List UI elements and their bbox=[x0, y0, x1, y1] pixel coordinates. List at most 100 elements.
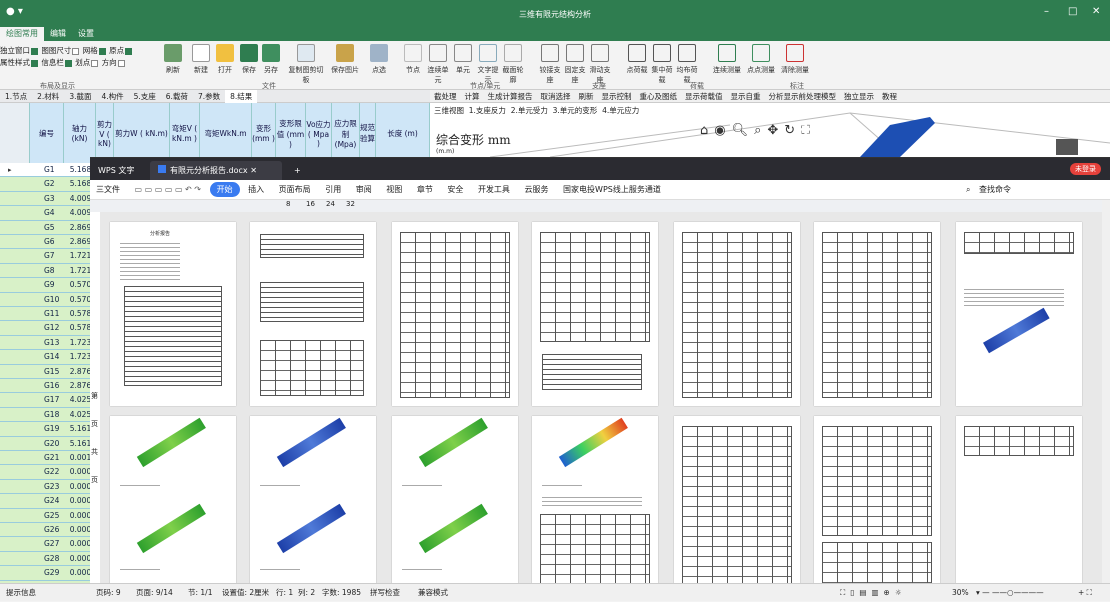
ribbon-tool-button[interactable]: 滑动支座 bbox=[587, 44, 613, 85]
tab-result[interactable]: 8.结果 bbox=[225, 90, 258, 103]
table-row[interactable]: G14 1.723 bbox=[0, 350, 96, 365]
status-page[interactable]: 页码: 9 bbox=[96, 584, 121, 602]
table-row[interactable]: G18 4.025 bbox=[0, 408, 96, 423]
save-image-button[interactable]: 保存图片 bbox=[330, 44, 360, 75]
tab-load[interactable]: 6.载荷 bbox=[161, 90, 193, 103]
table-row[interactable]: G28 0.000 bbox=[0, 552, 96, 567]
table-row[interactable]: G10 0.570 bbox=[0, 293, 96, 307]
wps-file-menu[interactable]: 三文件 bbox=[90, 180, 126, 200]
table-row[interactable]: G16 2.876 bbox=[0, 379, 96, 394]
wps-ref-tab[interactable]: 引用 bbox=[319, 180, 347, 200]
table-row[interactable]: G1 5.168 bbox=[0, 163, 96, 178]
col-header-deform-limit[interactable]: 变形限值 (mm ) bbox=[276, 103, 306, 163]
col-header-stress-limit[interactable]: 应力限制 (Mpa) bbox=[332, 103, 360, 163]
ribbon-tool-button[interactable]: 清除测量 bbox=[779, 44, 811, 75]
tool-centroid[interactable]: 重心及图纸 bbox=[636, 90, 682, 102]
vertical-scrollbar[interactable] bbox=[1102, 200, 1110, 586]
wps-doc-tab[interactable]: 有限元分析报告.docx ✕ bbox=[150, 161, 282, 180]
login-button[interactable]: 未登录 bbox=[1070, 163, 1101, 175]
table-row[interactable]: G21 0.001 bbox=[0, 451, 96, 466]
tool-refresh[interactable]: 刷新 bbox=[575, 90, 598, 102]
maximize-icon[interactable]: □ bbox=[1068, 6, 1077, 17]
check-box[interactable] bbox=[117, 59, 125, 67]
tab-material[interactable]: 2.材料 bbox=[32, 90, 64, 103]
ribbon-tool-button[interactable]: 连续单元 bbox=[425, 44, 451, 85]
tab-node[interactable]: 1.节点 bbox=[0, 90, 32, 103]
table-row[interactable]: G27 0.000 bbox=[0, 537, 96, 552]
check-box[interactable] bbox=[31, 47, 38, 55]
tool-prep-model[interactable]: 分析显示前处理模型 bbox=[765, 90, 841, 102]
close-tab-icon[interactable]: ✕ bbox=[250, 166, 257, 175]
table-row[interactable]: G9 0.570 bbox=[0, 278, 96, 293]
status-pages[interactable]: 页面: 9/14 bbox=[136, 584, 173, 602]
view-mode-icons[interactable]: ⛶▯▤▥⊕☼ bbox=[840, 584, 907, 602]
tab-member[interactable]: 4.构件 bbox=[96, 90, 128, 103]
col-header-id[interactable]: 编号 bbox=[30, 103, 64, 163]
table-row[interactable]: G20 5.161 bbox=[0, 437, 96, 451]
quick-tools[interactable]: ▭ ▭ ▭ ▭ ▭ ↶ ↷ bbox=[129, 180, 207, 200]
ribbon-tool-button[interactable]: 单元 bbox=[450, 44, 476, 75]
tool-load-values[interactable]: 显示荷载值 bbox=[681, 90, 727, 102]
menu-edit[interactable]: 编辑 bbox=[44, 27, 72, 41]
status-spell[interactable]: 拼写检查 bbox=[370, 584, 400, 602]
minimize-icon[interactable]: – bbox=[1044, 6, 1049, 17]
tool-compute[interactable]: 计算 bbox=[461, 90, 484, 102]
wps-chapter-tab[interactable]: 章节 bbox=[411, 180, 439, 200]
table-row[interactable]: G15 2.876 bbox=[0, 365, 96, 379]
save-as-button[interactable]: 另存 bbox=[258, 44, 284, 75]
table-row[interactable]: G3 4.009 bbox=[0, 192, 96, 207]
wps-service-tab[interactable]: 国家电投WPS线上服务通道 bbox=[557, 180, 667, 200]
wps-insert-tab[interactable]: 插入 bbox=[242, 180, 270, 200]
ribbon-tool-button[interactable]: 点点测量 bbox=[745, 44, 777, 75]
table-row[interactable]: G13 1.723 bbox=[0, 336, 96, 351]
wps-layout-tab[interactable]: 页面布局 bbox=[273, 180, 317, 200]
new-tab-icon[interactable]: + bbox=[286, 161, 309, 180]
ribbon-tool-button[interactable]: 点荷载 bbox=[624, 44, 650, 75]
check-box[interactable] bbox=[64, 59, 72, 67]
table-row[interactable]: G5 2.869 bbox=[0, 221, 96, 235]
ribbon-tool-button[interactable]: 截面轮廓 bbox=[500, 44, 526, 85]
tool-prep[interactable]: 截处理 bbox=[430, 90, 461, 102]
view-3d[interactable]: 三维视图 1.支座反力 2.单元受力 3.单元的变形 4.单元应力 综合变形 m… bbox=[430, 103, 1110, 157]
check-box[interactable] bbox=[91, 59, 99, 67]
table-row[interactable]: G24 0.000 bbox=[0, 494, 96, 509]
table-row[interactable]: G2 5.168 bbox=[0, 177, 96, 192]
refresh-button[interactable]: 刷新 bbox=[160, 44, 186, 75]
tab-support[interactable]: 5.支座 bbox=[129, 90, 161, 103]
ribbon-tool-button[interactable]: 连续测量 bbox=[711, 44, 743, 75]
col-header-moment-v[interactable]: 弯矩V ( kN.m ) bbox=[170, 103, 200, 163]
check-box[interactable] bbox=[125, 47, 133, 55]
table-row[interactable]: G4 4.009 bbox=[0, 206, 96, 221]
point-select-button[interactable]: 点选 bbox=[366, 44, 392, 75]
ribbon-tool-button[interactable]: 集中荷载 bbox=[649, 44, 675, 85]
status-words[interactable]: 字数: 1985 bbox=[322, 584, 361, 602]
col-header-moment-w[interactable]: 弯矩WkN.m bbox=[200, 103, 252, 163]
view-cube-icon[interactable] bbox=[1056, 139, 1078, 155]
tool-display[interactable]: 显示控制 bbox=[598, 90, 636, 102]
wps-security-tab[interactable]: 安全 bbox=[441, 180, 469, 200]
table-row[interactable]: G25 0.000 bbox=[0, 509, 96, 523]
copy-image-button[interactable]: 复制图剪切板 bbox=[286, 44, 326, 85]
page-area[interactable]: 第页共页 分析报告 bbox=[90, 212, 1102, 586]
table-row[interactable]: G29 0.000 bbox=[0, 566, 96, 581]
ribbon-tool-button[interactable]: 文字提示 bbox=[475, 44, 501, 85]
table-row[interactable]: G17 4.025 bbox=[0, 393, 96, 408]
table-row[interactable]: G8 1.721 bbox=[0, 264, 96, 279]
wps-view-tab[interactable]: 视图 bbox=[380, 180, 408, 200]
new-button[interactable]: 新建 bbox=[188, 44, 214, 75]
open-button[interactable]: 打开 bbox=[212, 44, 238, 75]
tool-deselect[interactable]: 取消选择 bbox=[537, 90, 575, 102]
ribbon-tool-button[interactable]: 节点 bbox=[400, 44, 426, 75]
table-row[interactable]: G26 0.000 bbox=[0, 523, 96, 538]
menu-home[interactable]: 绘图常用 bbox=[0, 27, 44, 41]
wps-home-tab[interactable]: 开始 bbox=[209, 182, 240, 197]
table-row[interactable]: G7 1.721 bbox=[0, 249, 96, 264]
table-row[interactable]: G11 0.578 bbox=[0, 307, 96, 322]
wps-dev-tab[interactable]: 开发工具 bbox=[472, 180, 516, 200]
table-row[interactable]: G12 0.578 bbox=[0, 321, 96, 336]
check-box[interactable] bbox=[31, 59, 38, 67]
ribbon-tool-button[interactable]: 均布荷载 bbox=[674, 44, 700, 85]
col-header-check[interactable]: 规范验算 bbox=[360, 103, 376, 163]
table-row[interactable]: G22 0.000 bbox=[0, 465, 96, 480]
tool-selfweight[interactable]: 显示自重 bbox=[727, 90, 765, 102]
